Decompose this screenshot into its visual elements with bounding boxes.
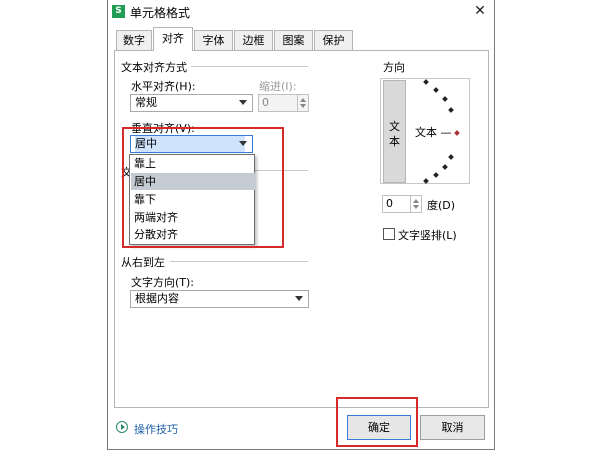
section-divider (170, 261, 308, 262)
text-direction-value: 根据内容 (135, 292, 179, 305)
horizontal-align-value: 常规 (135, 96, 157, 109)
dial-dot (433, 172, 439, 178)
app-icon: S (112, 5, 125, 18)
play-icon[interactable] (116, 421, 128, 433)
indent-value: 0 (262, 96, 269, 109)
vertical-layout-checkbox[interactable] (383, 228, 395, 240)
highlight-box (122, 127, 284, 248)
tab-font[interactable]: 字体 (194, 30, 233, 50)
spin-up-icon[interactable] (413, 199, 419, 203)
vertical-layout-label: 文字竖排(L) (398, 229, 457, 242)
chevron-down-icon (295, 296, 303, 301)
vertical-text-char: 本 (389, 135, 400, 148)
tab-border[interactable]: 边框 (234, 30, 273, 50)
degree-stepper[interactable]: 0 (382, 195, 422, 213)
dial-dot (448, 107, 454, 113)
text-direction-select[interactable]: 根据内容 (130, 290, 309, 308)
close-button[interactable]: ✕ (470, 2, 490, 20)
indent-stepper[interactable]: 0 (258, 94, 309, 112)
horizontal-align-select[interactable]: 常规 (130, 94, 253, 112)
rtl-heading: 从右到左 (121, 254, 169, 270)
section-divider (180, 66, 308, 67)
tab-protection[interactable]: 保护 (314, 30, 353, 50)
orientation-heading: 方向 (383, 59, 409, 75)
dial-dot (423, 178, 429, 184)
dial-dot (442, 164, 448, 170)
spin-up-icon[interactable] (300, 98, 306, 102)
indent-label: 缩进(I): (259, 80, 297, 93)
spin-down-icon[interactable] (300, 104, 306, 108)
tips-link[interactable]: 操作技巧 (134, 421, 178, 437)
dial-pointer (454, 130, 460, 136)
text-alignment-heading: 文本对齐方式 (121, 59, 191, 75)
dialog-title: 单元格格式 (130, 6, 191, 20)
dial-dot (433, 87, 439, 93)
spin-arrows-icon[interactable] (410, 196, 421, 212)
vertical-text-button[interactable]: 文 本 (383, 80, 406, 183)
tab-pattern[interactable]: 图案 (274, 30, 313, 50)
degree-value: 0 (386, 197, 393, 210)
dial-dot (442, 96, 448, 102)
tab-number[interactable]: 数字 (116, 30, 152, 50)
dial-dot (448, 154, 454, 160)
highlight-box (336, 397, 418, 447)
tab-alignment[interactable]: 对齐 (153, 27, 193, 51)
text-direction-label: 文字方向(T): (131, 276, 195, 289)
spin-arrows-icon[interactable] (297, 95, 308, 111)
chevron-down-icon (239, 100, 247, 105)
vertical-text-char: 文 (389, 120, 400, 133)
dial-dot (423, 79, 429, 85)
spin-down-icon[interactable] (413, 205, 419, 209)
orientation-dial[interactable] (412, 78, 470, 184)
cancel-button[interactable]: 取消 (420, 415, 485, 440)
degree-label: 度(D) (427, 199, 456, 212)
horizontal-align-label: 水平对齐(H): (131, 80, 196, 93)
